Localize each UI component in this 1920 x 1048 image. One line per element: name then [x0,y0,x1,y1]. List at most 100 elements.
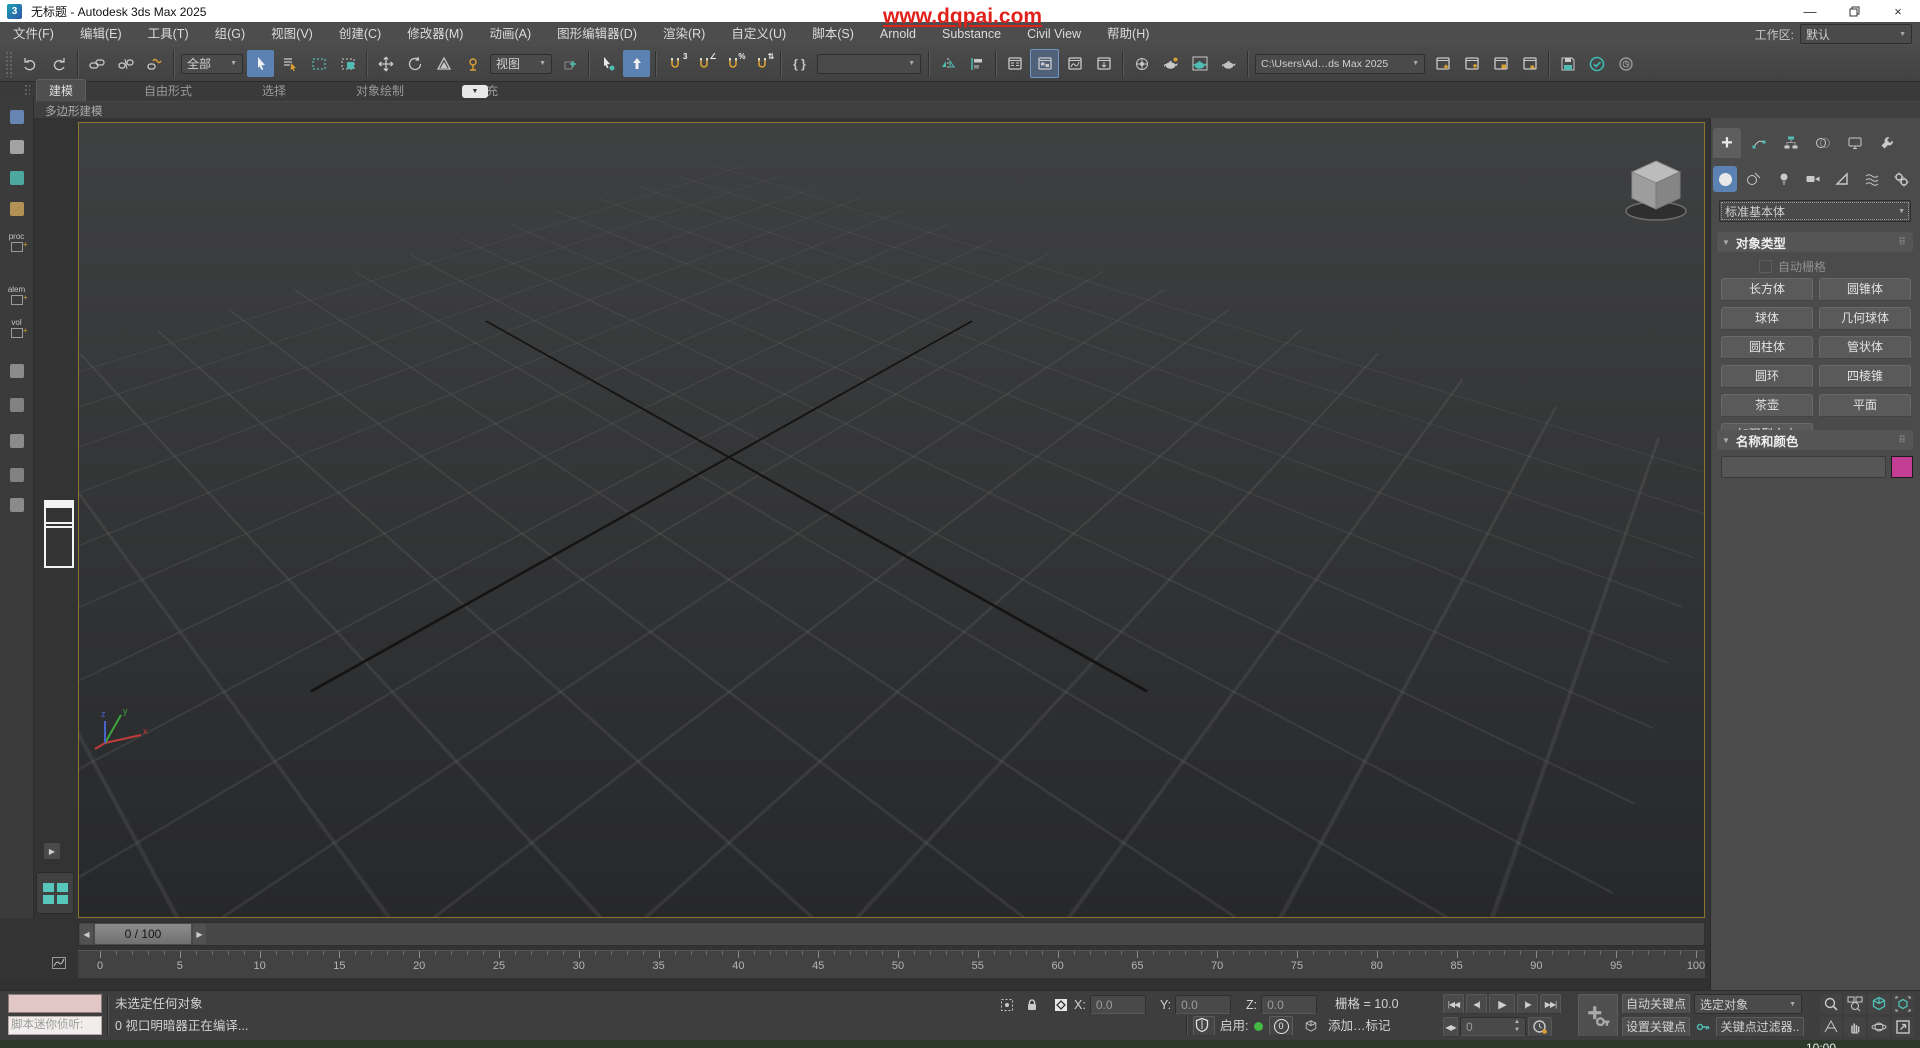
dock-tool-icon-9[interactable] [4,392,29,417]
new-key-icon[interactable] [1692,1017,1714,1037]
auto-key-toggle[interactable]: 自动关键点 [1622,994,1690,1014]
dock-flyout-arrow-button[interactable]: ▶ [44,843,60,859]
dock-tool-icon-11[interactable] [4,462,29,487]
category-dropdown[interactable]: 标准基本体 ▼ [1719,200,1911,222]
select-and-link-button[interactable] [83,50,110,77]
object-type-rollout-header[interactable]: ▼ 对象类型 ⠿ [1717,232,1913,252]
utility-window-button-2[interactable] [1458,50,1485,77]
use-pivot-point-center-button[interactable] [556,50,583,77]
command-panel-tab-hierarchy[interactable] [1777,128,1805,158]
render-setup-button[interactable] [1157,50,1184,77]
create-type-shapes[interactable] [1742,166,1766,192]
viewport-layout-tabs-button[interactable] [36,872,74,914]
schematic-view-button[interactable] [1090,50,1117,77]
named-selection-sets-dropdown[interactable]: ▼ [817,54,921,74]
menu-item-2[interactable]: 编辑(E) [67,22,135,46]
key-filters-button[interactable]: 关键点过滤器.. [1716,1017,1804,1037]
save-file-button[interactable] [1554,50,1581,77]
workspace-dropdown[interactable]: 默认 ▼ [1800,24,1912,44]
y-coordinate-field[interactable]: 0.0 [1175,995,1231,1014]
material-editor-button[interactable] [1128,50,1155,77]
object-type-button[interactable]: 长方体 [1721,278,1813,301]
snap-toggle-3d[interactable]: 3 [661,50,688,77]
object-type-button[interactable]: 茶壶 [1721,394,1813,417]
key-mode-toggle[interactable]: ◀▶ [1443,1017,1458,1037]
menu-item-7[interactable]: 修改器(M) [394,22,476,46]
menu-item-12[interactable]: 脚本(S) [799,22,867,46]
dock-tool-icon-8[interactable] [4,358,29,383]
create-type-cameras[interactable] [1801,166,1825,192]
keyboard-shortcut-override-toggle[interactable] [623,50,650,77]
spinner-snap-toggle[interactable]: ⇅ [748,50,775,77]
object-type-button[interactable]: 圆柱体 [1721,336,1813,359]
menu-item-11[interactable]: 自定义(U) [718,22,799,46]
time-configuration-button[interactable] [1528,1017,1552,1037]
reference-coordinate-dropdown[interactable]: 视图▼ [490,54,552,74]
command-panel-tab-modify[interactable] [1745,128,1773,158]
command-panel-tab-motion[interactable] [1809,128,1837,158]
create-type-space-warps[interactable] [1859,166,1883,192]
dock-tool-icon-12[interactable] [4,492,29,517]
menu-item-10[interactable]: 渲染(R) [650,22,718,46]
angle-snap-toggle[interactable]: ∠ [690,50,717,77]
object-type-button[interactable]: 四棱锥 [1819,365,1911,388]
viewport-perspective[interactable]: x y z [78,122,1705,918]
menu-item-4[interactable]: 组(G) [202,22,259,46]
selection-filter-dropdown[interactable]: 全部▼ [181,54,243,74]
maxscript-mini-listener[interactable]: 脚本迷你侦听: [8,1016,102,1035]
rectangular-selection-region-button[interactable] [305,50,332,77]
window-crossing-toggle[interactable] [334,50,361,77]
ribbon-tab-选择[interactable]: 选择 [250,80,298,101]
play-button[interactable]: ▶ [1489,994,1515,1014]
render-production-button[interactable] [1215,50,1242,77]
menu-item-6[interactable]: 创建(C) [326,22,394,46]
menu-item-3[interactable]: 工具(T) [135,22,202,46]
command-panel-tab-create[interactable]: + [1713,128,1741,158]
curve-editor-button[interactable] [1061,50,1088,77]
restore-button[interactable] [1832,0,1876,22]
close-button[interactable]: × [1876,0,1920,22]
utility-window-button-4[interactable] [1516,50,1543,77]
menu-item-1[interactable]: 文件(F) [0,22,67,46]
select-and-scale-button[interactable] [430,50,457,77]
toggle-scene-explorer-button[interactable] [1001,50,1028,77]
time-slider[interactable]: ◀ 0 / 100 ▶ [78,922,1705,946]
select-object-button[interactable] [247,50,274,77]
menu-item-9[interactable]: 图形编辑器(D) [544,22,650,46]
zoom-all-button[interactable] [1844,994,1866,1014]
mirror-button[interactable] [934,50,961,77]
select-and-place-button[interactable] [459,50,486,77]
utility-window-button-1[interactable] [1429,50,1456,77]
object-type-button[interactable]: 球体 [1721,307,1813,330]
absolute-mode-transform-toggle[interactable] [1050,995,1072,1015]
toolbar-grip[interactable] [5,51,12,77]
dock-vol-script-icon[interactable]: vol [4,315,29,340]
command-panel-tab-display[interactable] [1841,128,1869,158]
zoom-button[interactable] [1820,994,1842,1014]
rendered-frame-window-button[interactable] [1186,50,1213,77]
create-type-geometry[interactable] [1713,166,1737,192]
time-slider-next-arrow[interactable]: ▶ [193,924,206,944]
ribbon-tab-对象绘制[interactable]: 对象绘制 [344,80,416,101]
zoom-extents-all-button[interactable] [1892,994,1914,1014]
maximize-viewport-toggle[interactable] [1892,1017,1914,1037]
time-slider-handle[interactable]: 0 / 100 [94,923,192,945]
field-of-view-button[interactable] [1820,1017,1842,1037]
dock-proc-script-icon[interactable]: proc [4,229,29,254]
name-color-rollout-header[interactable]: ▼ 名称和颜色 ⠿ [1717,430,1913,450]
viewcube[interactable] [1613,151,1699,227]
command-panel-tab-utilities[interactable] [1873,128,1901,158]
autogrid-checkbox[interactable] [1759,260,1772,273]
timeline-ruler[interactable]: 0510152025303540455055606570758085909510… [78,950,1705,979]
create-type-systems[interactable] [1889,166,1913,192]
dock-teal-tool-icon[interactable] [4,165,29,190]
dock-alem-script-icon[interactable]: alem [4,282,29,307]
edit-named-selection-sets-button[interactable]: { } [786,50,813,77]
redo-button[interactable] [45,50,72,77]
menu-item-8[interactable]: 动画(A) [476,22,544,46]
select-and-move-button[interactable] [372,50,399,77]
dock-pin-icon[interactable] [4,196,29,221]
ribbon-minimize-dropdown[interactable]: ▼ [462,85,488,98]
frame-number-field[interactable]: 0▲▼ [1460,1017,1526,1036]
object-type-button[interactable]: 几何球体 [1819,307,1911,330]
